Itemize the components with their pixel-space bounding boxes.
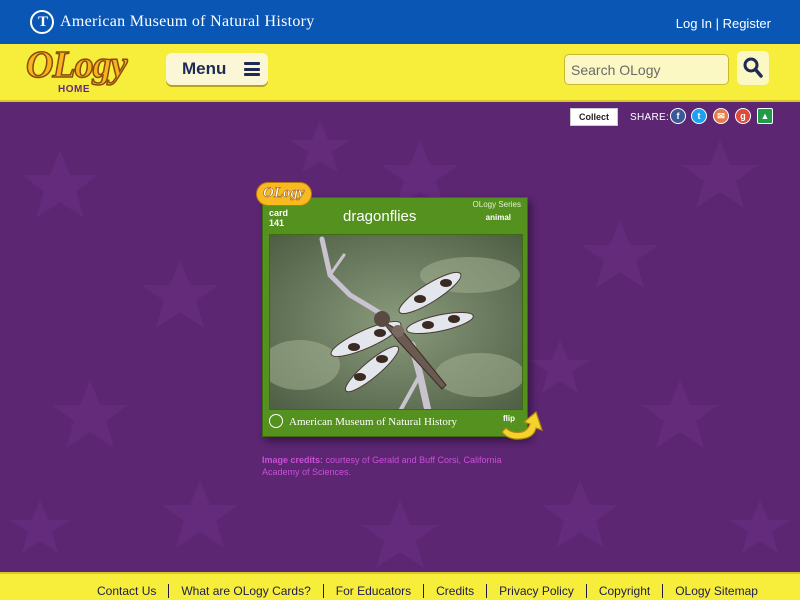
card-ology-tab: OLogy: [256, 182, 312, 206]
ology-header: OLogy HOME Menu: [0, 43, 800, 105]
facebook-icon[interactable]: f: [670, 108, 686, 124]
card-category: animal: [485, 213, 511, 222]
ology-home-logo[interactable]: OLogy HOME: [25, 43, 142, 105]
account-links: Log In | Register: [676, 16, 771, 31]
card-museum-name: American Museum of Natural History: [289, 416, 458, 428]
menu-label: Menu: [182, 59, 227, 78]
footer-link-for-educators[interactable]: For Educators: [322, 584, 424, 598]
search-input[interactable]: [564, 54, 729, 85]
share-label: SHARE:: [630, 112, 670, 123]
card-museum-logo-icon: [269, 414, 283, 428]
museum-topbar: T American Museum of Natural History Log…: [0, 0, 800, 44]
footer-link-ology-sitemap[interactable]: OLogy Sitemap: [662, 584, 770, 598]
footer: Contact Us What are OLogy Cards? For Educa…: [0, 572, 800, 600]
google-classroom-icon[interactable]: ▲: [757, 108, 773, 124]
card-ology-tab-label: OLogy: [263, 185, 305, 202]
footer-link-contact-us[interactable]: Contact Us: [85, 584, 168, 598]
footer-links: Contact Us What are OLogy Cards? For Educa…: [85, 584, 770, 598]
card-number: card 141: [269, 208, 288, 228]
card-series: OLogy Series: [472, 200, 521, 209]
card-title: dragonflies: [343, 208, 417, 225]
collect-button[interactable]: Collect: [570, 108, 618, 126]
museum-logo-icon[interactable]: T: [30, 10, 54, 34]
hamburger-icon: [244, 62, 260, 76]
card-number-label: card: [269, 208, 289, 218]
ology-logo-home-label: HOME: [58, 84, 90, 95]
footer-link-copyright[interactable]: Copyright: [585, 584, 663, 598]
google-plus-icon[interactable]: g: [735, 108, 751, 124]
register-link[interactable]: Register: [723, 16, 771, 31]
image-credits: Image credits: courtesy of Gerald and Bu…: [262, 454, 532, 478]
ology-card[interactable]: card 141 dragonflies OLogy Series animal: [262, 197, 528, 437]
menu-button[interactable]: Menu: [166, 53, 268, 85]
image-credits-label: Image credits:: [262, 455, 324, 465]
footer-link-privacy-policy[interactable]: Privacy Policy: [486, 584, 586, 598]
account-separator: |: [715, 16, 719, 31]
twitter-icon[interactable]: t: [691, 108, 707, 124]
museum-name[interactable]: American Museum of Natural History: [60, 13, 315, 31]
email-icon[interactable]: ✉: [713, 108, 729, 124]
search-icon: [743, 57, 763, 78]
dragonfly-photo: [269, 234, 523, 410]
login-link[interactable]: Log In: [676, 16, 712, 31]
search-button[interactable]: [737, 51, 769, 85]
flip-arrow-icon[interactable]: [500, 410, 546, 444]
card-number-value: 141: [269, 218, 285, 228]
ology-logo-word: OLogy: [25, 43, 128, 87]
footer-link-credits[interactable]: Credits: [423, 584, 487, 598]
footer-link-what-are-ology-cards[interactable]: What are OLogy Cards?: [168, 584, 323, 598]
